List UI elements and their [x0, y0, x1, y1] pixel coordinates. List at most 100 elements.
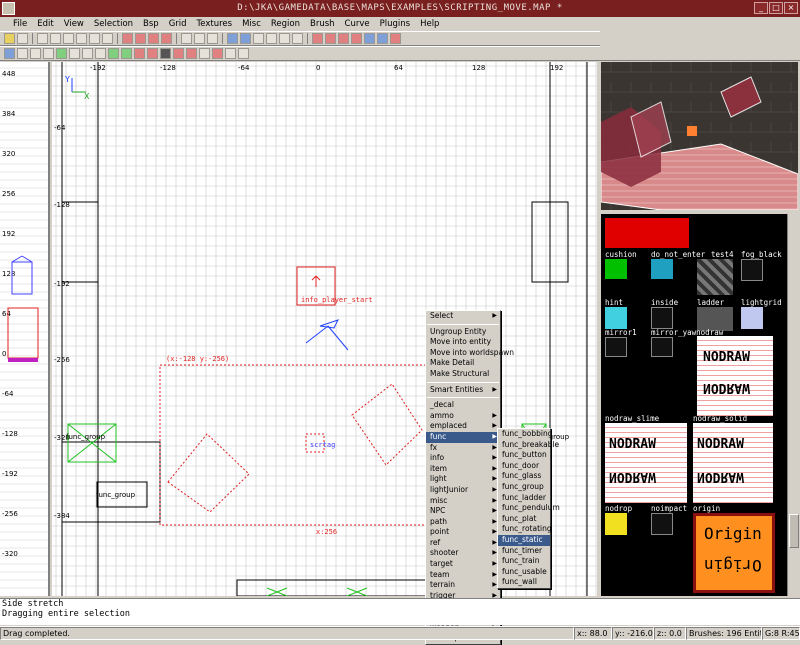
brush-cube-icon[interactable] [312, 33, 323, 44]
menu-file[interactable]: File [8, 17, 32, 31]
texture-scrollbar[interactable] [787, 214, 799, 596]
open-icon[interactable] [4, 33, 15, 44]
touching-icon[interactable] [135, 33, 146, 44]
submenu-item[interactable]: func_pendulum [498, 503, 560, 514]
menu-misc[interactable]: Misc [237, 17, 266, 31]
show-icon[interactable] [186, 48, 197, 59]
cap-icon[interactable] [351, 33, 362, 44]
drag-vertex-icon[interactable] [377, 33, 388, 44]
clipper-icon[interactable] [227, 33, 238, 44]
stop-icon[interactable] [212, 48, 223, 59]
scroll-thumb[interactable] [789, 514, 799, 548]
context-menu-item[interactable]: info ▶ [426, 453, 500, 464]
filter-icon[interactable] [160, 48, 171, 59]
maximize-button[interactable]: □ [769, 2, 783, 14]
submenu-item[interactable]: func_group [498, 482, 550, 493]
submenu-item[interactable]: func_usable [498, 567, 550, 578]
camera-view[interactable] [601, 62, 798, 210]
texture-view-icon[interactable] [17, 48, 28, 59]
ghoul-icon[interactable] [108, 48, 119, 59]
arrow-up-icon[interactable] [147, 48, 158, 59]
menu-plugins[interactable]: Plugins [375, 17, 415, 31]
context-menu-item[interactable]: _decal [426, 400, 500, 411]
point-icon[interactable] [95, 48, 106, 59]
submenu-item[interactable]: func_button [498, 450, 550, 461]
group-icon[interactable] [56, 48, 67, 59]
context-menu-item[interactable]: Select ▶ [426, 311, 500, 322]
y-axis-icon[interactable] [279, 33, 290, 44]
save-icon[interactable] [17, 33, 28, 44]
region-icon[interactable] [69, 48, 80, 59]
arrow-down-icon[interactable] [134, 48, 145, 59]
context-menu-item[interactable]: Smart Entities ▶ [426, 385, 500, 396]
hollow-icon[interactable] [207, 33, 218, 44]
z-view[interactable]: 448 384 320 256 192 128 64 0 -64 -128 -192 -256 -320 [0, 62, 50, 596]
context-menu-item[interactable]: func ▶ [426, 431, 500, 443]
context-menu-item[interactable]: team ▶ [426, 570, 500, 581]
bookmark-icon[interactable] [225, 48, 236, 59]
context-menu-item[interactable]: shooter ▶ [426, 548, 500, 559]
camera-icon[interactable] [4, 48, 15, 59]
rotate-x-icon[interactable] [50, 33, 61, 44]
context-menu-item[interactable]: Move into worldspawn [426, 348, 514, 359]
z-axis-icon[interactable] [292, 33, 303, 44]
context-menu-item[interactable]: ammo ▶ [426, 411, 500, 422]
entity-icon[interactable] [43, 48, 54, 59]
submenu-item[interactable]: func_timer [498, 546, 550, 557]
console[interactable]: Side stretch Dragging entire selection [0, 598, 800, 625]
context-menu-item[interactable]: lightJunior ▶ [426, 485, 500, 496]
sphere-icon[interactable] [82, 48, 93, 59]
rotate-z-icon[interactable] [102, 33, 113, 44]
context-menu-item[interactable]: Make Structural [426, 369, 500, 380]
submenu-item[interactable]: func_static [498, 534, 550, 546]
console-icon[interactable] [30, 48, 41, 59]
texture-nodraw[interactable]: NODRAW NODRAW [697, 336, 773, 416]
submenu-item[interactable]: func_glass [498, 471, 550, 482]
submenu-item[interactable]: func_plat [498, 514, 550, 525]
context-menu-item[interactable]: Move into entity [426, 337, 500, 348]
menu-textures[interactable]: Textures [192, 17, 238, 31]
menu-bsp[interactable]: Bsp [138, 17, 164, 31]
menu-region[interactable]: Region [266, 17, 305, 31]
flip-y-icon[interactable] [63, 33, 74, 44]
context-menu-item[interactable]: emplaced ▶ [426, 421, 500, 432]
scale-icon[interactable] [238, 48, 249, 59]
context-menu-item[interactable]: light ▶ [426, 474, 500, 485]
context-menu-item[interactable]: path ▶ [426, 517, 500, 528]
light-entity[interactable] [305, 319, 349, 351]
model-icon[interactable] [121, 48, 132, 59]
close-button[interactable]: × [784, 2, 798, 14]
menu-grid[interactable]: Grid [164, 17, 192, 31]
menu-view[interactable]: View [59, 17, 89, 31]
rotate-y-icon[interactable] [76, 33, 87, 44]
context-menu-item[interactable]: misc ▶ [426, 496, 500, 507]
menu-curve[interactable]: Curve [340, 17, 375, 31]
toggle-icon[interactable] [390, 33, 401, 44]
context-menu-item[interactable]: terrain ▶ [426, 580, 500, 591]
hide-icon[interactable] [173, 48, 184, 59]
texture-lock-icon[interactable] [253, 33, 264, 44]
flip-z-icon[interactable] [89, 33, 100, 44]
submenu-item[interactable]: func_rotating [498, 524, 552, 535]
flip-x-icon[interactable] [37, 33, 48, 44]
inside-icon[interactable] [161, 33, 172, 44]
partial-tall-icon[interactable] [148, 33, 159, 44]
submenu-item[interactable]: func_breakable [498, 440, 559, 451]
texture-browser[interactable]: cushion do_not_enter test4 fog_black hin… [601, 214, 787, 596]
submenu-item[interactable]: func_door [498, 461, 550, 472]
context-menu-item[interactable]: NPC ▶ [426, 506, 500, 517]
csg-subtract-icon[interactable] [181, 33, 192, 44]
bend-icon[interactable] [338, 33, 349, 44]
change-views-icon[interactable] [240, 33, 251, 44]
minimize-button[interactable]: _ [754, 2, 768, 14]
menu-selection[interactable]: Selection [89, 17, 138, 31]
menu-brush[interactable]: Brush [305, 17, 340, 31]
brush-patch-icon[interactable] [325, 33, 336, 44]
context-menu-item[interactable]: target ▶ [426, 559, 500, 570]
context-menu-item[interactable]: ref ▶ [426, 538, 500, 549]
submenu-item[interactable]: func_bobbing [498, 429, 553, 440]
context-menu-item[interactable]: fx ▶ [426, 443, 500, 454]
context-menu-item[interactable]: point ▶ [426, 527, 500, 538]
menu-edit[interactable]: Edit [32, 17, 58, 31]
context-menu-item[interactable]: Make Detail [426, 358, 500, 369]
